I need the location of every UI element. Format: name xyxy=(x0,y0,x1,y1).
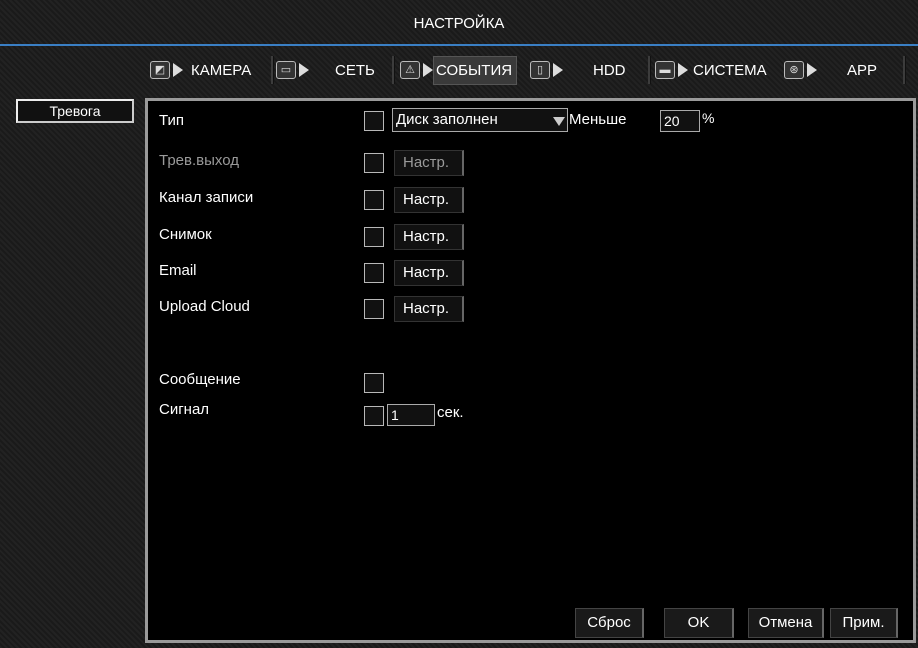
settings-panel: Тип Диск заполнен Меньше 20 % Трев.выход… xyxy=(145,98,916,643)
tab-network[interactable]: ▭ СЕТЬ xyxy=(276,52,375,88)
percent-label: % xyxy=(702,110,715,126)
type-label: Тип xyxy=(159,112,185,129)
upload-cloud-checkbox[interactable] xyxy=(364,299,384,319)
record-channel-checkbox[interactable] xyxy=(364,190,384,210)
ok-button[interactable]: OK xyxy=(664,608,734,638)
snapshot-setup-button[interactable]: Настр. xyxy=(394,224,464,250)
upload-cloud-setup-button[interactable]: Настр. xyxy=(394,296,464,322)
alarm-out-setup-button[interactable]: Настр. xyxy=(394,150,464,176)
tab-camera-label: КАМЕРА xyxy=(191,61,252,79)
sidebar-item-alarm[interactable]: Тревога xyxy=(16,99,134,123)
alarm-out-label: Трев.выход xyxy=(159,152,239,169)
tab-network-label: СЕТЬ xyxy=(335,61,375,79)
cancel-button[interactable]: Отмена xyxy=(748,608,824,638)
hdd-icon: ▯ xyxy=(530,61,563,79)
message-label: Сообщение xyxy=(159,371,241,388)
chevron-down-icon xyxy=(553,117,565,126)
reset-button[interactable]: Сброс xyxy=(575,608,644,638)
less-label: Меньше xyxy=(569,111,627,128)
window-title: НАСТРОЙКА xyxy=(0,0,918,46)
signal-checkbox[interactable] xyxy=(364,406,384,426)
tab-bar: ◩ КАМЕРА ▭ СЕТЬ ⚠ СОБЫТИЯ ▯ HDD ▬ СИСТЕМ… xyxy=(0,52,918,88)
type-checkbox[interactable] xyxy=(364,111,384,131)
tab-hdd-label: HDD xyxy=(593,61,626,79)
network-icon: ▭ xyxy=(276,61,309,79)
monitor-icon: ▬ xyxy=(655,61,688,79)
message-checkbox[interactable] xyxy=(364,373,384,393)
email-checkbox[interactable] xyxy=(364,263,384,283)
email-setup-button[interactable]: Настр. xyxy=(394,260,464,286)
record-channel-setup-button[interactable]: Настр. xyxy=(394,187,464,213)
camera-icon: ◩ xyxy=(150,61,183,79)
tab-app-label: APP xyxy=(847,61,878,79)
tab-app[interactable]: ⊛ APP xyxy=(784,52,877,88)
type-dropdown[interactable]: Диск заполнен xyxy=(392,108,568,132)
signal-unit-label: сек. xyxy=(437,404,464,421)
email-label: Email xyxy=(159,262,197,279)
less-input[interactable]: 20 xyxy=(660,110,700,132)
snapshot-checkbox[interactable] xyxy=(364,227,384,247)
alarm-out-checkbox[interactable] xyxy=(364,153,384,173)
tab-system-label: СИСТЕМА xyxy=(693,61,767,79)
snapshot-label: Снимок xyxy=(159,226,212,243)
app-icon: ⊛ xyxy=(784,61,817,79)
tab-system[interactable]: ▬ СИСТЕМА xyxy=(655,52,767,88)
tab-events-label: СОБЫТИЯ xyxy=(433,55,518,85)
type-dropdown-value: Диск заполнен xyxy=(396,111,498,128)
tab-hdd[interactable]: ▯ HDD xyxy=(530,52,626,88)
signal-seconds-input[interactable]: 1 xyxy=(387,404,435,426)
tab-camera[interactable]: ◩ КАМЕРА xyxy=(150,52,251,88)
record-channel-label: Канал записи xyxy=(159,189,254,206)
signal-label: Сигнал xyxy=(159,401,210,418)
tab-events[interactable]: ⚠ СОБЫТИЯ xyxy=(400,52,518,88)
upload-cloud-label: Upload Cloud xyxy=(159,298,250,315)
warning-icon: ⚠ xyxy=(400,61,433,79)
apply-button[interactable]: Прим. xyxy=(830,608,898,638)
